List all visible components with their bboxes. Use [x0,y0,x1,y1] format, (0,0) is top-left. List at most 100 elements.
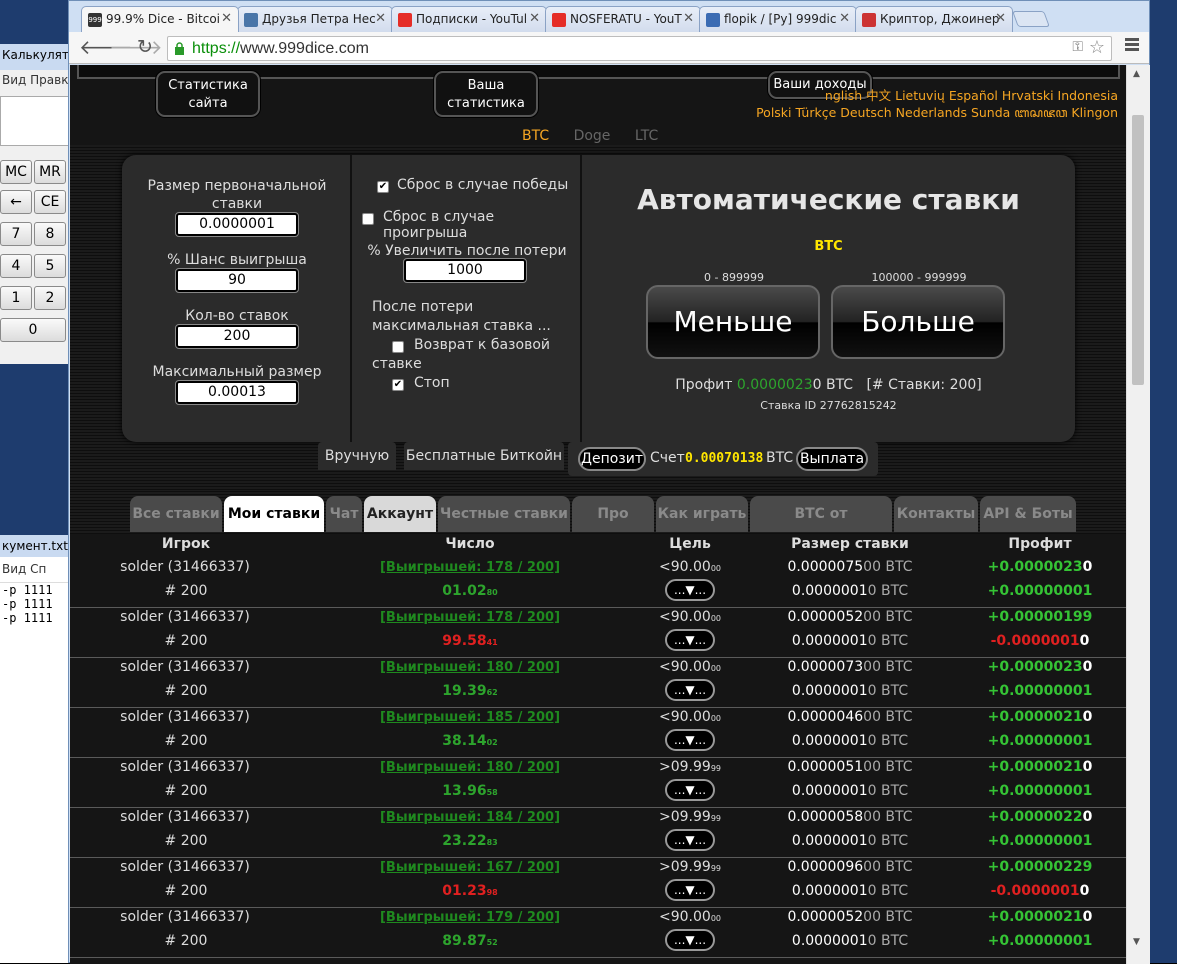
browser-tab-kriptor[interactable]: Криптор, Джоинер ✕ [855,6,1013,32]
wins-link[interactable]: [Выигрышей: 167 / 200] [370,860,570,875]
language-list[interactable]: nglish 中文 Lietuvių Español Hrvatski Indo… [756,87,1118,121]
browser-tab-youtube-subs[interactable]: Подписки - YouTul ✕ [391,6,547,32]
tab-chat[interactable]: Чат [326,496,362,532]
close-icon[interactable]: ✕ [529,11,540,26]
deposit-button[interactable]: Депозит [578,447,646,471]
notepad-menu[interactable]: Вид Сп [0,557,70,583]
browser-tab-vk[interactable]: Друзья Петра Нес ✕ [237,6,393,32]
player-name[interactable]: solder (31466337) [110,709,260,725]
manual-tab[interactable]: Вручную [318,442,396,470]
bet-low-button[interactable]: Меньше [646,285,820,359]
site-stats-button[interactable]: Статистика сайта [156,71,260,117]
calc-key-mc[interactable]: MC [0,160,32,184]
calc-key-back[interactable]: ← [0,190,32,214]
target-expand-button[interactable]: ...▼... [665,929,715,951]
close-icon[interactable]: ✕ [683,11,694,26]
language-line[interactable]: nglish 中文 Lietuvių Español Hrvatski Indo… [756,87,1118,104]
tab-contacts[interactable]: Контакты [894,496,978,532]
language-line[interactable]: Polski Türkçe Deutsch Nederlands Sunda ꦧ… [756,104,1118,121]
key-icon[interactable]: ⚿ [1072,39,1083,55]
calc-key-7[interactable]: 7 [0,222,32,246]
win-chance-input[interactable]: 90 [175,268,299,293]
new-tab-button[interactable] [1012,11,1050,27]
wins-link[interactable]: [Выигрышей: 179 / 200] [370,910,570,925]
bet-high-button[interactable]: Больше [831,285,1005,359]
close-icon[interactable]: ✕ [995,11,1006,26]
browser-tab-flopik[interactable]: flopik / [Py] 999dic ✕ [699,6,857,32]
initial-bet-input[interactable]: 0.0000001 [175,212,299,237]
calc-key-1[interactable]: 1 [0,286,32,310]
target-expand-button[interactable]: ...▼... [665,779,715,801]
player-name[interactable]: solder (31466337) [110,809,260,825]
calculator-menu[interactable]: Вид Правка [0,70,69,92]
forward-arrow-icon[interactable]: 🡒 [109,37,163,57]
reset-on-win-label: Сброс в случае победы [397,177,569,193]
player-name[interactable]: solder (31466337) [110,909,260,925]
target-expand-button[interactable]: ...▼... [665,629,715,651]
bet-number: # 200 [164,883,208,899]
withdraw-button[interactable]: Выплата [796,447,868,471]
address-bar[interactable]: https://www.999dice.com ⚿ ☆ [167,36,1112,61]
calc-key-2[interactable]: 2 [34,286,66,310]
profit-label: Профит [675,377,733,393]
tab-referrals[interactable]: BTC от рефералов [750,496,892,558]
calc-key-5[interactable]: 5 [34,254,66,278]
scroll-down-icon[interactable]: ▼ [1133,937,1140,947]
increase-loss-input[interactable]: 1000 [403,258,527,283]
tab-api-bots[interactable]: API & Боты [980,496,1076,532]
reload-icon[interactable]: ↻ [137,37,153,57]
tab-about[interactable]: Про 99,9% [572,496,654,558]
max-bet-input[interactable]: 0.00013 [175,380,299,405]
your-stats-button[interactable]: Ваша статистика [434,71,538,117]
player-name[interactable]: solder (31466337) [110,609,260,625]
bet-id[interactable]: Ставка ID 27762815242 [582,399,1075,412]
player-name[interactable]: solder (31466337) [110,759,260,775]
scrollbar-thumb[interactable] [1132,115,1144,385]
reset-on-loss-checkbox[interactable] [362,213,374,225]
stop-checkbox[interactable]: ✔ [392,379,404,391]
target-expand-button[interactable]: ...▼... [665,729,715,751]
bet-size: 0.000005100 BTC [787,759,913,775]
calc-key-ce[interactable]: CE [34,190,66,214]
tab-my-bets[interactable]: Мои ставки [224,496,324,532]
wins-link[interactable]: [Выигрышей: 180 / 200] [370,760,570,775]
tab-how-to-play[interactable]: Как играть [656,496,748,532]
wins-link[interactable]: [Выигрышей: 178 / 200] [370,610,570,625]
wins-link[interactable]: [Выигрышей: 178 / 200] [370,560,570,575]
close-icon[interactable]: ✕ [375,11,386,26]
bookmark-star-icon[interactable]: ☆ [1089,37,1105,58]
player-name[interactable]: solder (31466337) [110,659,260,675]
page-scrollbar[interactable]: ▲ ▼ [1126,65,1150,964]
calc-key-4[interactable]: 4 [0,254,32,278]
player-name[interactable]: solder (31466337) [110,559,260,575]
reset-on-win-checkbox[interactable]: ✔ [377,181,389,193]
wins-link[interactable]: [Выигрышей: 185 / 200] [370,710,570,725]
tab-all-bets[interactable]: Все ставки [130,496,222,532]
wins-link[interactable]: [Выигрышей: 184 / 200] [370,810,570,825]
target-expand-button[interactable]: ...▼... [665,679,715,701]
coin-doge[interactable]: Doge [574,128,611,144]
browser-menu-icon[interactable] [1125,38,1139,52]
target-expand-button[interactable]: ...▼... [665,879,715,901]
scroll-up-icon[interactable]: ▲ [1133,69,1140,79]
coin-btc[interactable]: BTC [522,128,549,144]
youtube-favicon-icon [552,13,566,27]
tab-fair-bets[interactable]: Честные ставки [438,496,570,532]
player-name[interactable]: solder (31466337) [110,859,260,875]
wins-link[interactable]: [Выигрышей: 180 / 200] [370,660,570,675]
coin-ltc[interactable]: LTC [635,128,658,144]
close-icon[interactable]: ✕ [839,11,850,26]
browser-tab-nosferatu[interactable]: NOSFERATU - YouT ✕ [545,6,701,32]
table-row: solder (31466337) [Выигрышей: 178 / 200] <… [70,608,1126,658]
free-bitcoin-tab[interactable]: Бесплатные Биткойн [404,442,564,470]
bet-count-input[interactable]: 200 [175,324,299,349]
calc-key-mr[interactable]: MR [34,160,66,184]
calc-key-8[interactable]: 8 [34,222,66,246]
target-expand-button[interactable]: ...▼... [665,829,715,851]
target-expand-button[interactable]: ...▼... [665,579,715,601]
browser-tab-999dice[interactable]: 999 99.9% Dice - Bitcoi ✕ [81,6,239,32]
calc-key-0[interactable]: 0 [0,318,66,342]
close-icon[interactable]: ✕ [221,11,232,26]
bet-number: # 200 [164,583,208,599]
tab-account[interactable]: Аккаунт [364,496,436,532]
